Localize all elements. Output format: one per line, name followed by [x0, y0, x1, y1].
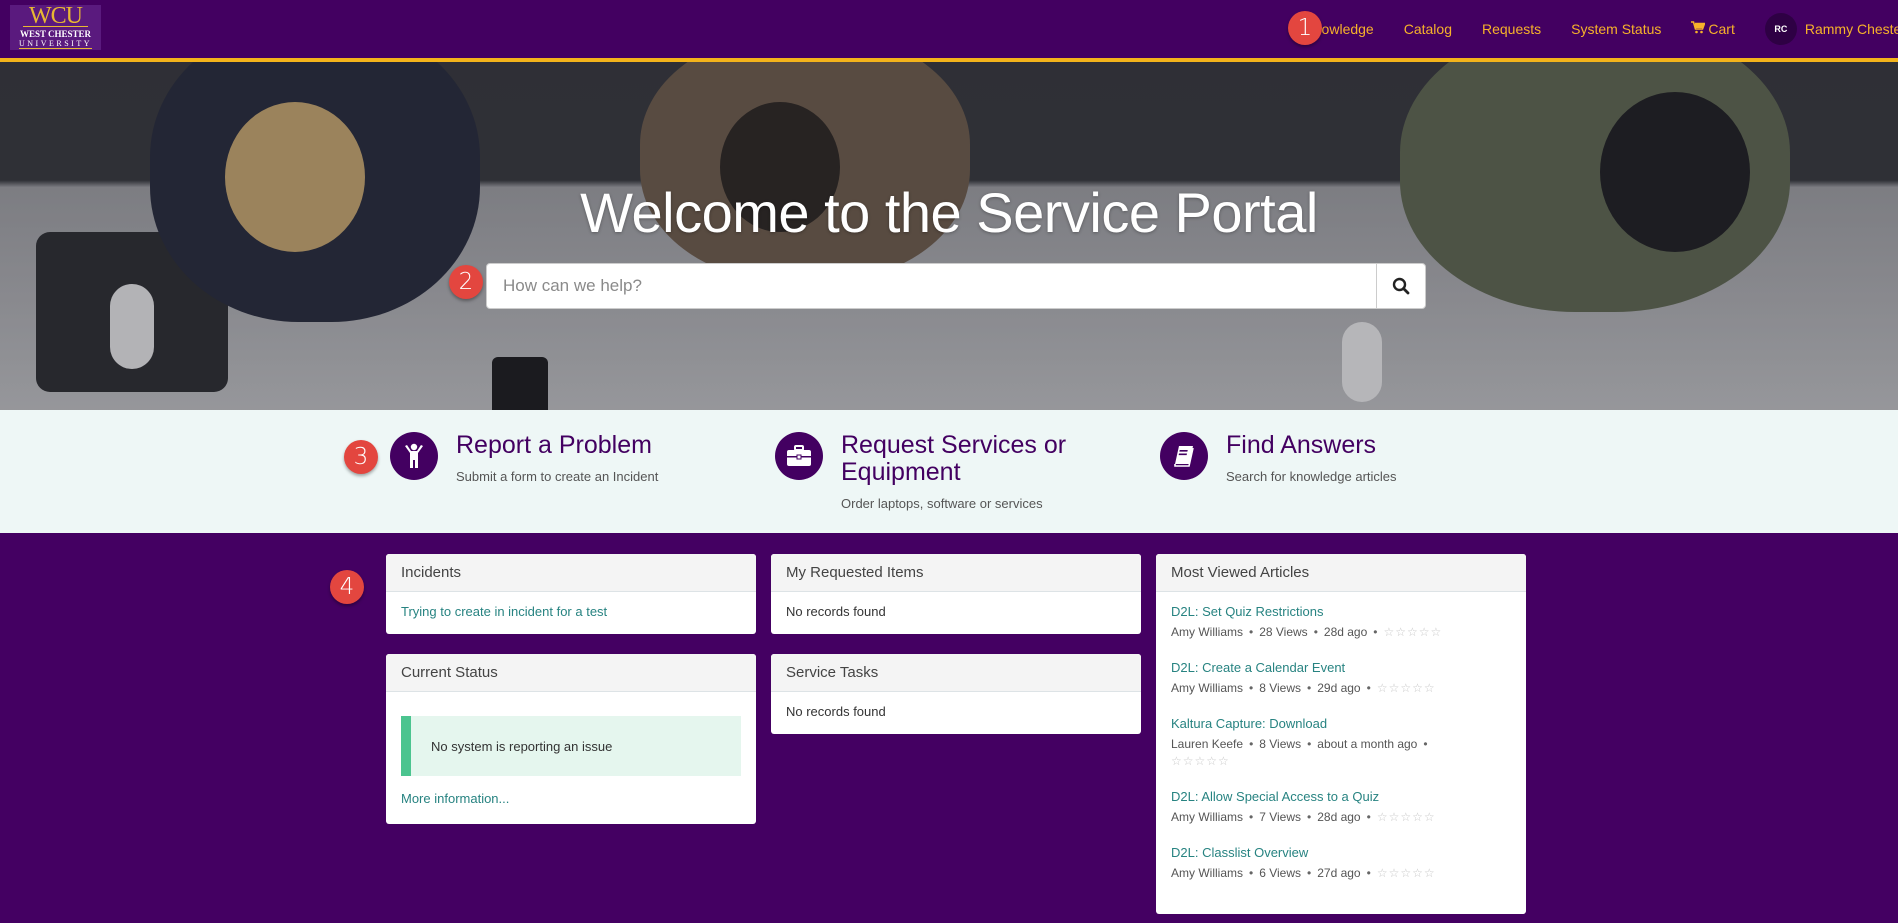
service-tasks-widget: Service Tasks No records found — [771, 654, 1141, 734]
quick-link-title: Find Answers — [1226, 431, 1377, 459]
logo-wordmark: WCU — [23, 4, 88, 28]
nav-cart[interactable]: Cart — [1691, 21, 1735, 37]
star-rating: ☆☆☆☆☆ — [1383, 625, 1443, 639]
article-age: 29d ago — [1317, 681, 1361, 695]
incidents-widget: Incidents Trying to create in incident f… — [386, 554, 756, 634]
briefcase-icon — [775, 432, 823, 480]
widget-title: Most Viewed Articles — [1156, 554, 1526, 592]
annotation-marker-3: 3 — [344, 440, 378, 474]
book-icon — [1160, 432, 1208, 480]
article-views: 6 Views — [1259, 866, 1302, 880]
star-rating: ☆☆☆☆☆ — [1376, 810, 1436, 824]
status-message: No system is reporting an issue — [401, 716, 741, 776]
quick-link-title: Report a Problem — [456, 431, 652, 459]
widget-title: Service Tasks — [771, 654, 1141, 692]
article-link[interactable]: D2L: Set Quiz Restrictions — [1171, 604, 1323, 619]
quick-link-report-problem[interactable]: Report a Problem Submit a form to create… — [390, 432, 658, 484]
article-link[interactable]: D2L: Allow Special Access to a Quiz — [1171, 789, 1379, 804]
article-item: D2L: Create a Calendar Event Amy William… — [1171, 660, 1436, 695]
search-input[interactable] — [487, 264, 1376, 308]
empty-state: No records found — [786, 704, 886, 719]
user-menu[interactable]: Rammy Chester — [1805, 21, 1898, 37]
article-item: D2L: Allow Special Access to a Quiz Amy … — [1171, 789, 1436, 824]
nav-cart-label: Cart — [1708, 21, 1735, 37]
annotation-marker-4: 4 — [330, 570, 364, 604]
widget-title: My Requested Items — [771, 554, 1141, 592]
annotation-marker-1: 1 — [1288, 11, 1322, 45]
logo-line-1: WEST CHESTER — [19, 29, 92, 39]
incident-link[interactable]: Trying to create in incident for a test — [401, 604, 607, 619]
user-avatar[interactable]: RC — [1764, 13, 1797, 45]
logo-line-2: UNIVERSITY — [19, 39, 92, 49]
star-rating: ☆☆☆☆☆ — [1171, 754, 1230, 768]
article-item: D2L: Set Quiz Restrictions Amy Williams •… — [1171, 604, 1443, 639]
article-age: 27d ago — [1317, 866, 1361, 880]
current-status-widget: Current Status No system is reporting an… — [386, 654, 756, 824]
article-item: D2L: Classlist Overview Amy Williams • 6 V… — [1171, 845, 1436, 880]
quick-links-section: Report a Problem Submit a form to create… — [0, 410, 1898, 533]
top-navbar: WCU WEST CHESTER UNIVERSITY Knowledge Ca… — [0, 0, 1898, 62]
widget-title: Incidents — [386, 554, 756, 592]
article-link[interactable]: Kaltura Capture: Download — [1171, 716, 1327, 731]
requested-items-widget: My Requested Items No records found — [771, 554, 1141, 634]
person-icon — [390, 432, 438, 480]
article-age: 28d ago — [1317, 810, 1361, 824]
article-age: about a month ago — [1317, 737, 1418, 751]
hero-title: Welcome to the Service Portal — [580, 181, 1318, 244]
wcu-logo[interactable]: WCU WEST CHESTER UNIVERSITY — [10, 4, 101, 50]
hero-banner: Welcome to the Service Portal — [0, 62, 1898, 410]
article-item: Kaltura Capture: Download Lauren Keefe • 8… — [1171, 716, 1428, 768]
widget-title: Current Status — [386, 654, 756, 692]
star-rating: ☆☆☆☆☆ — [1376, 866, 1436, 880]
most-viewed-articles-widget: Most Viewed Articles D2L: Set Quiz Restr… — [1156, 554, 1526, 914]
quick-link-description: Order laptops, software or services — [841, 496, 1043, 511]
more-information-link[interactable]: More information... — [401, 791, 509, 806]
nav-system-status[interactable]: System Status — [1571, 21, 1661, 37]
article-views: 7 Views — [1259, 810, 1302, 824]
article-author: Amy Williams — [1171, 810, 1243, 824]
quick-link-title: Request Services or Equipment — [841, 431, 1067, 486]
annotation-marker-2: 2 — [449, 265, 483, 299]
star-rating: ☆☆☆☆☆ — [1376, 681, 1436, 695]
article-author: Amy Williams — [1171, 625, 1243, 639]
article-views: 28 Views — [1259, 625, 1308, 639]
article-views: 8 Views — [1259, 681, 1302, 695]
nav-menu: Knowledge Catalog Requests System Status… — [1304, 0, 1898, 58]
quick-link-request-services[interactable]: Request Services or Equipment Order lapt… — [775, 432, 1075, 511]
article-link[interactable]: D2L: Classlist Overview — [1171, 845, 1308, 860]
article-link[interactable]: D2L: Create a Calendar Event — [1171, 660, 1345, 675]
article-author: Lauren Keefe — [1171, 737, 1244, 751]
article-author: Amy Williams — [1171, 681, 1243, 695]
search-icon — [1392, 277, 1410, 295]
cart-icon — [1691, 21, 1707, 37]
quick-link-description: Submit a form to create an Incident — [456, 469, 659, 484]
status-text: No system is reporting an issue — [431, 738, 613, 754]
article-views: 8 Views — [1259, 737, 1302, 751]
article-age: 28d ago — [1323, 625, 1368, 639]
nav-requests[interactable]: Requests — [1482, 21, 1541, 37]
search-bar — [486, 263, 1426, 309]
nav-catalog[interactable]: Catalog — [1404, 21, 1452, 37]
article-author: Amy Williams — [1171, 866, 1243, 880]
search-button[interactable] — [1376, 264, 1425, 308]
empty-state: No records found — [786, 604, 886, 619]
quick-link-find-answers[interactable]: Find Answers Search for knowledge articl… — [1160, 432, 1397, 484]
quick-link-description: Search for knowledge articles — [1226, 469, 1397, 484]
